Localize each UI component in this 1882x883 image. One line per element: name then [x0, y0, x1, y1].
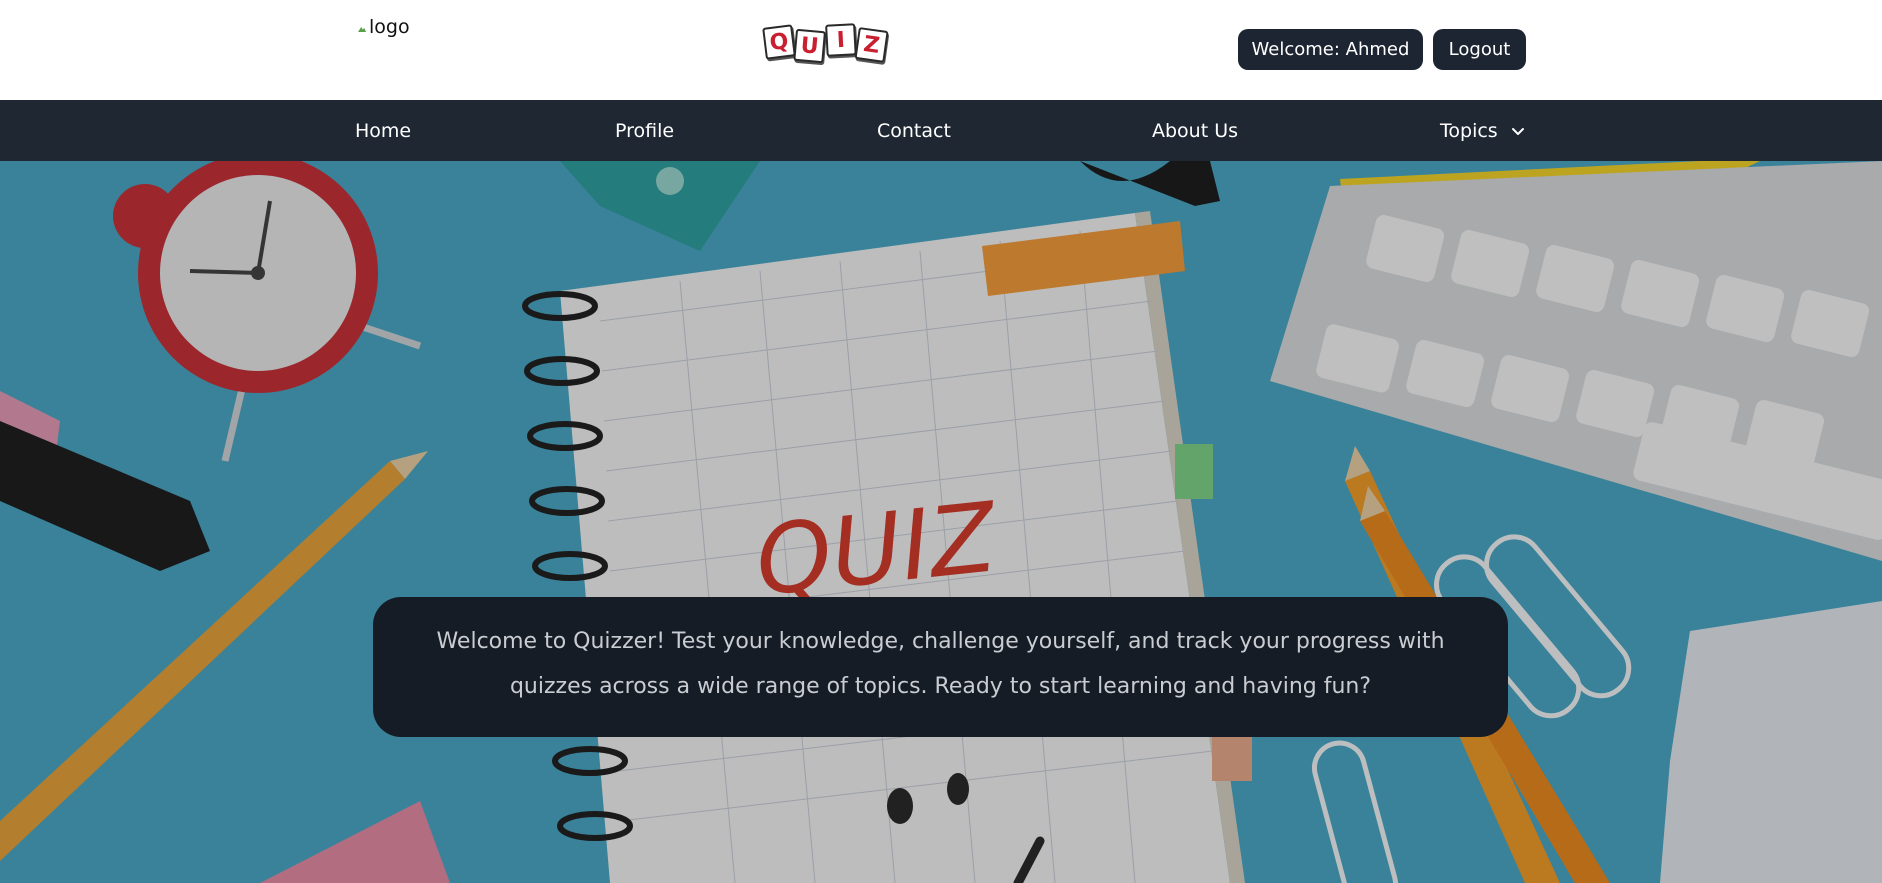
main-navbar: Home Profile Contact About Us Topics	[0, 100, 1882, 161]
nav-topics-dropdown[interactable]: Topics	[1440, 100, 1526, 161]
welcome-message-box: Welcome to Quizzer! Test your knowledge,…	[373, 597, 1508, 737]
logo-image[interactable]: logo	[358, 16, 410, 38]
brand-logo[interactable]: Q U I Z	[762, 23, 889, 64]
brand-tile-u: U	[793, 28, 826, 64]
nav-contact[interactable]: Contact	[877, 100, 951, 161]
nav-topics-label: Topics	[1440, 119, 1498, 142]
hero-dim-overlay	[0, 161, 1882, 883]
nav-about-us-label: About Us	[1152, 119, 1239, 142]
hero-banner: QUIZ Welcome to Quizzer! Test your knowl…	[0, 161, 1882, 883]
site-header: logo Q U I Z Welcome: Ahmed Logout	[0, 0, 1882, 100]
chevron-down-icon	[1511, 127, 1524, 135]
nav-profile[interactable]: Profile	[615, 100, 674, 161]
welcome-user-badge: Welcome: Ahmed	[1238, 29, 1423, 70]
logout-button[interactable]: Logout	[1433, 29, 1526, 70]
nav-about-us[interactable]: About Us	[1152, 100, 1238, 161]
nav-profile-label: Profile	[615, 119, 675, 142]
brand-tile-q: Q	[762, 24, 796, 60]
welcome-message-text: Welcome to Quizzer! Test your knowledge,…	[436, 629, 1445, 699]
brand-tile-i: I	[825, 23, 857, 57]
nav-home[interactable]: Home	[355, 100, 411, 161]
nav-home-label: Home	[355, 119, 412, 142]
nav-contact-label: Contact	[877, 119, 951, 142]
brand-tile-z: Z	[854, 27, 889, 63]
logo-alt-text: logo	[369, 16, 410, 38]
broken-image-icon	[358, 21, 368, 33]
